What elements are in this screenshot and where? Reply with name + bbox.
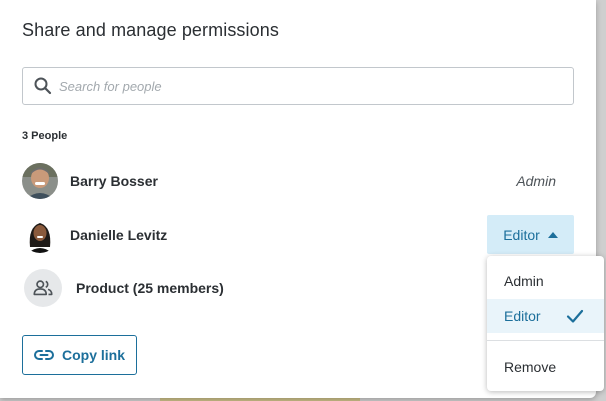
role-label: Admin <box>516 173 556 189</box>
role-option-label: Admin <box>504 273 544 289</box>
person-name: Barry Bosser <box>70 173 158 189</box>
role-option-label: Editor <box>504 308 541 324</box>
copy-link-button[interactable]: Copy link <box>22 335 137 375</box>
person-name: Danielle Levitz <box>70 227 168 243</box>
menu-divider <box>487 340 604 341</box>
search-icon <box>34 77 52 95</box>
checkmark-icon <box>566 309 584 323</box>
avatar <box>22 217 58 253</box>
person-name: Product (25 members) <box>76 280 224 296</box>
search-input[interactable] <box>59 71 559 101</box>
person-row-barry: Barry Bosser Admin <box>22 163 574 199</box>
avatar <box>22 163 58 199</box>
search-field[interactable] <box>22 67 574 105</box>
caret-up-icon <box>547 231 558 238</box>
role-dropdown-button[interactable]: Editor <box>487 215 574 254</box>
dialog-title: Share and manage permissions <box>22 20 279 40</box>
role-option-label: Remove <box>504 359 557 375</box>
role-option-admin[interactable]: Admin <box>487 264 604 298</box>
role-dropdown-menu: Admin Editor Remove <box>487 256 604 391</box>
people-count-label: 3 People <box>22 130 68 142</box>
role-option-remove[interactable]: Remove <box>487 350 604 384</box>
group-icon <box>33 280 53 296</box>
role-dropdown-label: Editor <box>503 226 540 243</box>
role-option-editor[interactable]: Editor <box>487 299 604 333</box>
group-avatar <box>24 269 62 307</box>
copy-link-label: Copy link <box>61 347 125 363</box>
link-icon <box>34 350 54 360</box>
